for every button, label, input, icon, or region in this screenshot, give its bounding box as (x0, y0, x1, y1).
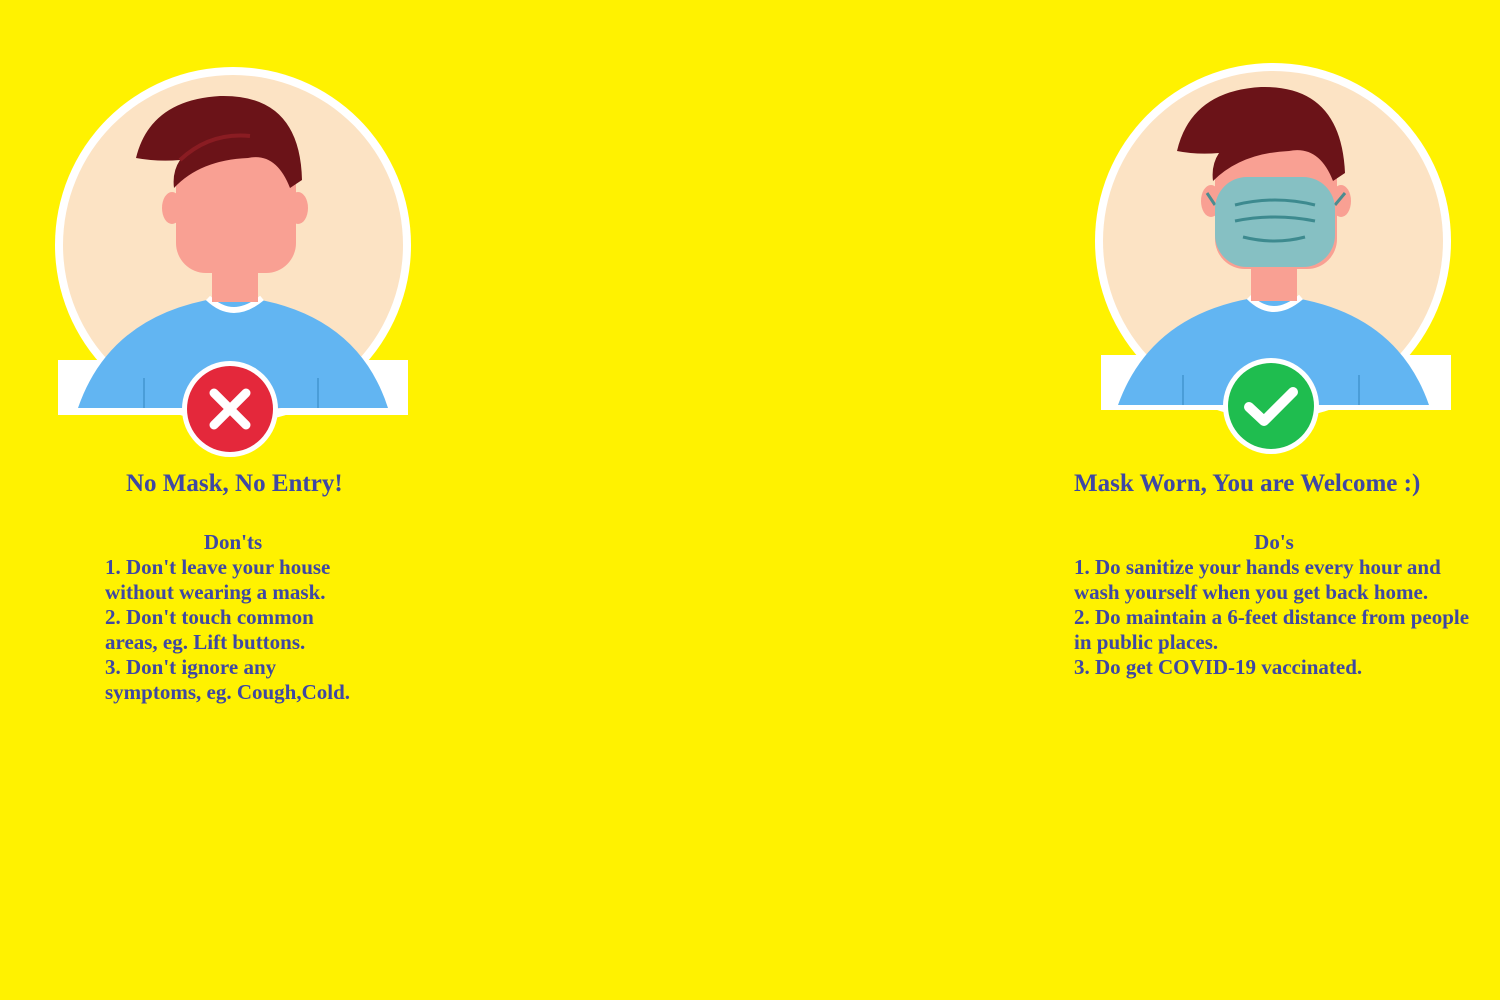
right-panel-title: Mask Worn, You are Welcome :) (1074, 470, 1421, 497)
dos-item-3: 3. Do get COVID-19 vaccinated. (1074, 655, 1363, 679)
dos-item-1: 1. Do sanitize your hands every hour and… (1074, 555, 1441, 604)
donts-item-3: 3. Don't ignore any symptoms, eg. Cough,… (105, 655, 351, 704)
donts-item-1: 1. Don't leave your house without wearin… (105, 555, 331, 604)
donts-list: Don'ts 1. Don't leave your house without… (105, 530, 370, 705)
check-badge (1222, 357, 1320, 455)
dos-item-2: 2. Do maintain a 6-feet distance from pe… (1074, 605, 1470, 654)
dos-heading: Do's (1254, 530, 1294, 554)
donts-item-2: 2. Don't touch common areas, eg. Lift bu… (105, 605, 314, 654)
page: No Mask, No Entry! Don'ts 1. Don't leave… (0, 0, 1500, 1000)
face-mask-icon (1205, 177, 1347, 267)
left-panel-title: No Mask, No Entry! (126, 470, 343, 497)
dos-list: Do's 1. Do sanitize your hands every hou… (1074, 530, 1474, 680)
donts-heading: Don'ts (203, 530, 263, 554)
cross-badge (181, 360, 279, 458)
